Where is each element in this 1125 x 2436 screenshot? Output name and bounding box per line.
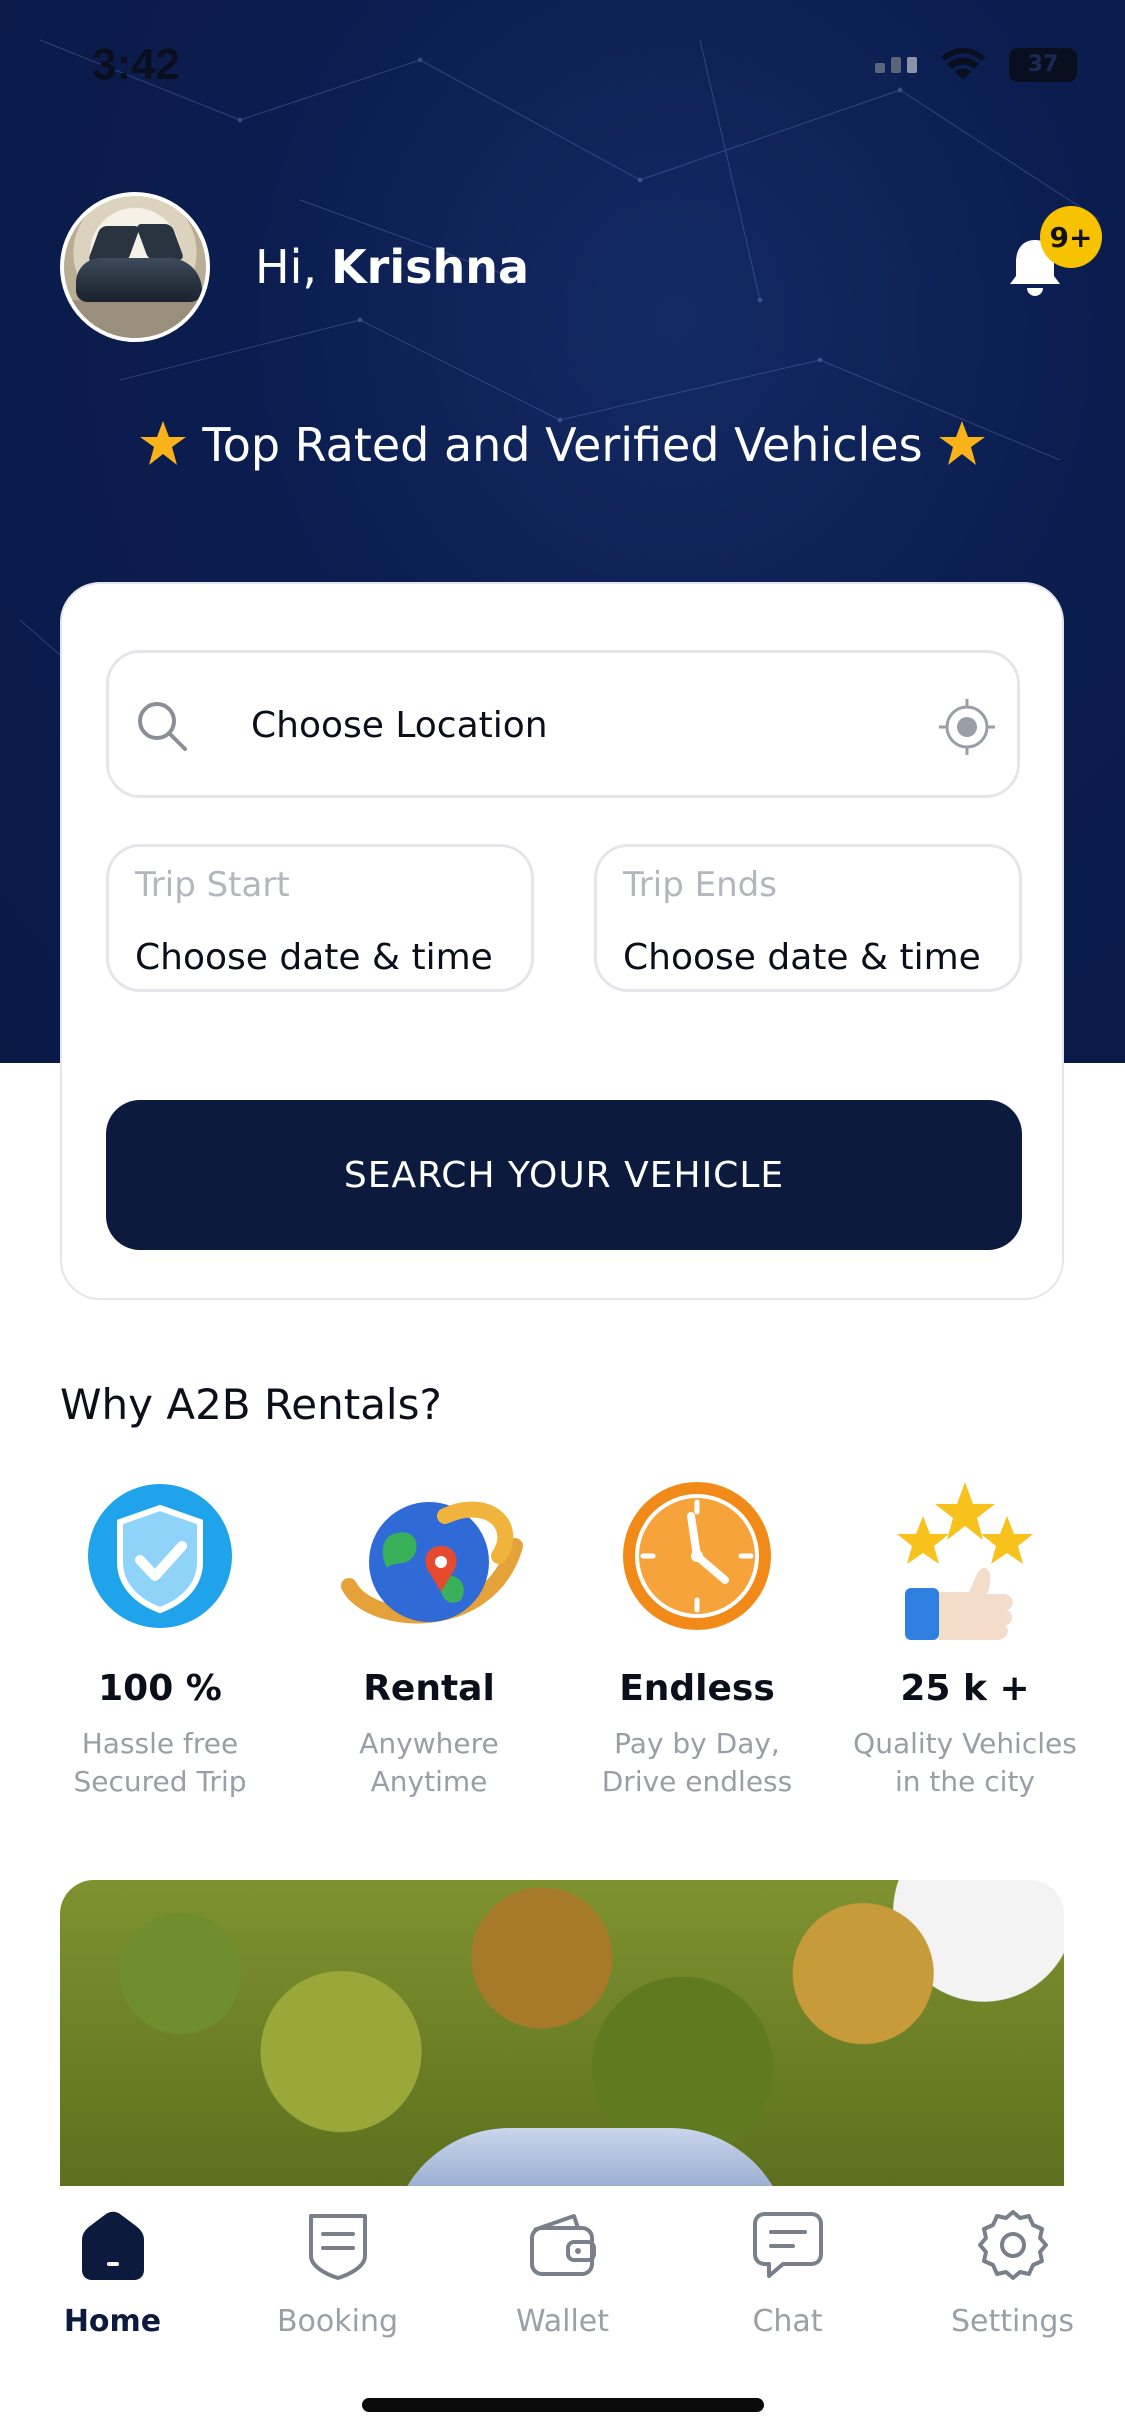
trip-start-caption: Trip Start (135, 865, 290, 905)
promo-banner-image[interactable] (60, 1880, 1064, 2192)
search-card: Choose Location Trip Start Choose date &… (60, 582, 1064, 1300)
nav-label: Home (63, 2304, 162, 2339)
star-icon (139, 421, 186, 465)
status-icons: 37 (875, 48, 1077, 82)
location-field[interactable]: Choose Location (106, 650, 1020, 798)
nav-chat[interactable]: Chat (675, 2208, 900, 2339)
clock-icon (623, 1482, 771, 1630)
feature-line: Drive endless (601, 1765, 793, 1798)
trip-end-field[interactable]: Trip Ends Choose date & time (594, 844, 1022, 992)
feature-title: Rental (363, 1668, 495, 1709)
nav-wallet[interactable]: Wallet (450, 2208, 675, 2339)
nav-booking[interactable]: Booking (225, 2208, 450, 2339)
search-icon (138, 702, 187, 751)
feature-line: in the city (895, 1765, 1035, 1798)
trip-start-value: Choose date & time (135, 937, 493, 978)
why-section-title: Why A2B Rentals? (60, 1380, 442, 1429)
feature-rental: Rental Anywhere Anytime (294, 1476, 564, 1801)
location-label: Choose Location (251, 705, 548, 746)
feature-line: Pay by Day, (614, 1727, 780, 1760)
feature-line: Anywhere (359, 1727, 499, 1760)
current-location-icon[interactable] (939, 699, 995, 755)
shield-check-icon (88, 1484, 232, 1628)
feature-title: Endless (619, 1668, 775, 1709)
nav-label: Chat (752, 2304, 823, 2339)
feature-subtitle: Pay by Day, Drive endless (562, 1725, 832, 1801)
feature-endless: Endless Pay by Day, Drive endless (562, 1476, 832, 1801)
home-icon (81, 2211, 144, 2280)
search-vehicle-button[interactable]: SEARCH YOUR VEHICLE (106, 1100, 1022, 1250)
feature-quality: 25 k + Quality Vehicles in the city (830, 1476, 1100, 1801)
nav-label: Settings (950, 2304, 1075, 2339)
battery-icon: 37 (1009, 48, 1077, 82)
avatar[interactable] (60, 192, 210, 342)
nav-home[interactable]: Home (0, 2208, 225, 2339)
home-indicator (362, 2398, 764, 2412)
battery-level: 37 (1027, 52, 1059, 77)
feature-subtitle: Hassle free Secured Trip (25, 1725, 295, 1801)
trip-end-caption: Trip Ends (623, 865, 777, 905)
feature-line: Quality Vehicles (853, 1727, 1077, 1760)
thumbs-up-stars-icon (897, 1482, 1033, 1640)
nav-settings[interactable]: Settings (900, 2208, 1125, 2339)
notification-badge: 9+ (1040, 206, 1102, 268)
feature-title: 100 % (98, 1668, 222, 1709)
feature-subtitle: Anywhere Anytime (294, 1725, 564, 1801)
trip-start-field[interactable]: Trip Start Choose date & time (106, 844, 534, 992)
booking-icon (308, 2214, 367, 2280)
feature-title: 25 k + (900, 1668, 1030, 1709)
feature-line: Hassle free (81, 1727, 239, 1760)
trip-end-value: Choose date & time (623, 937, 981, 978)
tagline: Top Rated and Verified Vehicles (0, 418, 1125, 472)
wallet-icon (529, 2214, 596, 2276)
nav-label: Wallet (515, 2304, 610, 2339)
tagline-text: Top Rated and Verified Vehicles (202, 418, 923, 472)
car-image (390, 2128, 790, 2192)
feature-line: Secured Trip (73, 1765, 247, 1798)
globe-location-icon (341, 1501, 523, 1624)
feature-secured: 100 % Hassle free Secured Trip (25, 1476, 295, 1801)
user-name: Krishna (331, 240, 530, 294)
chat-icon (752, 2212, 823, 2278)
feature-subtitle: Quality Vehicles in the city (830, 1725, 1100, 1801)
nav-label: Booking (276, 2304, 399, 2339)
star-icon (939, 421, 986, 465)
wifi-icon (941, 48, 985, 80)
greeting-prefix: Hi, (255, 240, 317, 294)
settings-icon (977, 2210, 1048, 2280)
feature-line: Anytime (370, 1765, 488, 1798)
status-time: 3:42 (92, 40, 181, 89)
cellular-signal-icon (875, 57, 917, 73)
greeting: Hi, Krishna (255, 240, 529, 294)
